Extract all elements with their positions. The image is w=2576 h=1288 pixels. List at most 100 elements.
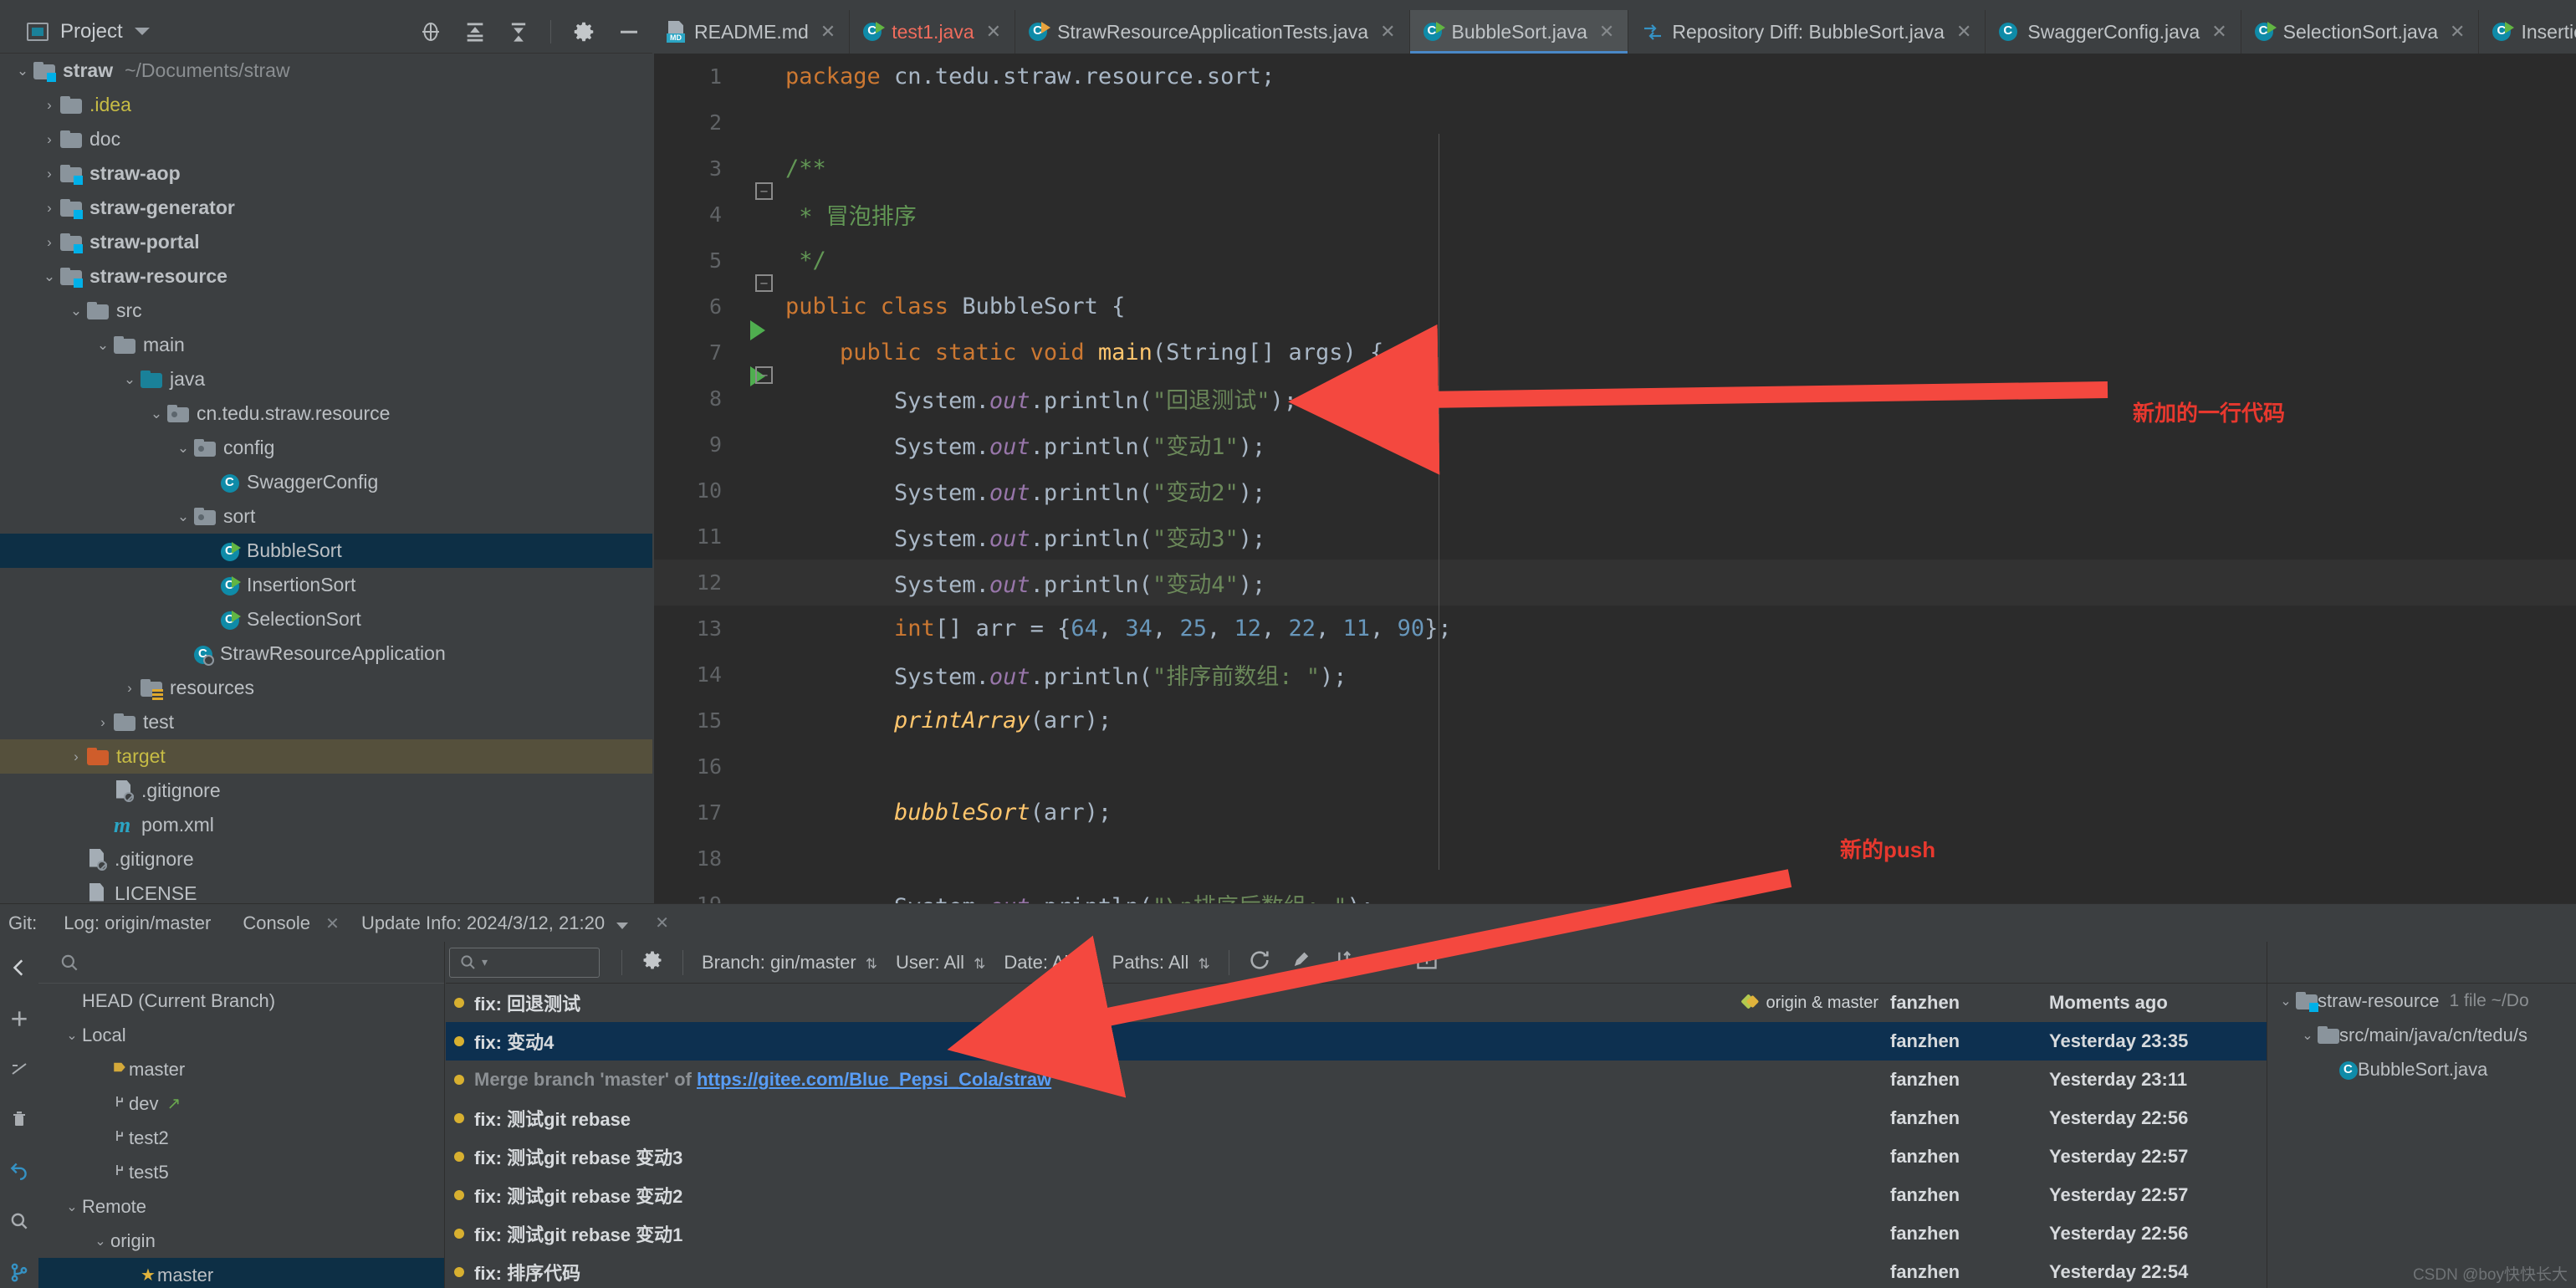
collapse-left-icon[interactable] [8, 957, 30, 983]
branch-item-test5[interactable]: test5 [38, 1155, 444, 1189]
commit-link[interactable]: https://gitee.com/Blue_Pepsi_Cola/straw [697, 1069, 1051, 1090]
chevron-down-icon[interactable]: ⌄ [90, 1233, 110, 1250]
editor-tab-selectionsort-java[interactable]: SelectionSort.java ✕ [2241, 10, 2480, 54]
git-branch-pane[interactable]: HEAD (Current Branch) ⌄ Local master dev ↗ tes… [38, 942, 445, 1288]
editor-tab-repository-diff-bubblesort-java[interactable]: Repository Diff: BubbleSort.java ✕ [1628, 10, 1986, 54]
filter-date[interactable]: Date: All ⇅ [1004, 952, 1093, 974]
close-icon[interactable]: ✕ [2211, 21, 2226, 43]
filter-branch[interactable]: Branch: gin/master ⇅ [702, 952, 877, 974]
changed-file-list[interactable]: ⌄ straw-resource 1 file ~/Do ⌄ src/main/java… [2267, 984, 2576, 1086]
tree-item--gitignore[interactable]: .gitignore [0, 842, 652, 877]
tree-item-target[interactable]: › target [0, 739, 652, 774]
chevron-down-icon[interactable]: ⌄ [119, 371, 141, 388]
code-line-19[interactable]: 19 System.out.println("\n排序后数组: "); [654, 882, 2576, 903]
code-line-18[interactable]: 18 [654, 836, 2576, 882]
editor-tab-insertio[interactable]: Insertio [2479, 10, 2576, 54]
diff-icon[interactable] [9, 1059, 29, 1083]
tree-item-cn-tedu-straw-resource[interactable]: ⌄ cn.tedu.straw.resource [0, 396, 652, 431]
chevron-down-icon[interactable]: ⌄ [12, 63, 33, 79]
fold-toggle-icon[interactable]: − [755, 365, 773, 384]
commit-row[interactable]: Merge branch 'master' of https://gitee.c… [446, 1061, 2267, 1099]
close-icon[interactable]: ✕ [1380, 21, 1395, 43]
filter-paths[interactable]: Paths: All ⇅ [1112, 952, 1210, 974]
code-line-9[interactable]: 9 System.out.println("变动1"); [654, 422, 2576, 468]
commit-row[interactable]: fix: 测试git rebase 变动3 fanzhen Yesterday 22… [446, 1137, 2267, 1176]
branch-item-master[interactable]: master [38, 1052, 444, 1086]
code-line-3[interactable]: 3 −/** [654, 146, 2576, 200]
tree-item-straw[interactable]: ⌄ straw ~/Documents/straw [0, 54, 652, 88]
close-icon[interactable]: ✕ [1599, 21, 1614, 43]
tree-item-config[interactable]: ⌄ config [0, 431, 652, 465]
close-update-info-icon[interactable]: ✕ [655, 912, 669, 933]
chevron-right-icon[interactable]: › [92, 714, 114, 731]
expand-all-icon[interactable] [463, 20, 487, 43]
tree-item-test[interactable]: › test [0, 705, 652, 739]
fold-toggle-icon[interactable]: − [755, 181, 773, 200]
editor-tab-readme-md[interactable]: MD README.md ✕ [652, 10, 851, 54]
code-line-11[interactable]: 11 System.out.println("变动3"); [654, 514, 2576, 560]
collapse-all-icon[interactable] [507, 20, 530, 43]
chevron-down-icon[interactable]: ⌄ [65, 303, 87, 319]
tree-item-bubblesort[interactable]: BubbleSort [0, 534, 652, 568]
git-settings-gear-icon[interactable] [641, 948, 664, 977]
tree-item-main[interactable]: ⌄ main [0, 328, 652, 362]
tree-item-pom-xml[interactable]: m pom.xml [0, 808, 652, 842]
tree-item-insertionsort[interactable]: InsertionSort [0, 568, 652, 602]
chevron-down-icon[interactable]: ⌄ [172, 509, 194, 525]
chevron-down-icon[interactable]: ⌄ [2276, 993, 2296, 1009]
close-icon[interactable]: ✕ [820, 21, 836, 43]
chevron-right-icon[interactable]: › [65, 749, 87, 765]
code-line-10[interactable]: 10 System.out.println("变动2"); [654, 468, 2576, 514]
code-editor[interactable]: 1 package cn.tedu.straw.resource.sort; 2 3 −… [654, 54, 2576, 903]
tree-item-straw-resource[interactable]: ⌄ straw-resource [0, 259, 652, 294]
changed-file-row[interactable]: ⌄ straw-resource 1 file ~/Do [2267, 984, 2576, 1018]
chevron-down-icon[interactable] [134, 28, 150, 35]
commit-row[interactable]: fix: 测试git rebase 变动1 fanzhen Yesterday 22… [446, 1214, 2267, 1253]
branch-item-head-current-branch-[interactable]: HEAD (Current Branch) [38, 984, 444, 1018]
tree-item--gitignore[interactable]: .gitignore [0, 774, 652, 808]
settings-gear-icon[interactable] [571, 19, 596, 44]
tree-item-selectionsort[interactable]: SelectionSort [0, 602, 652, 636]
add-tab-icon[interactable] [1415, 948, 1439, 977]
code-line-16[interactable]: 16 [654, 744, 2576, 790]
branch-item-origin[interactable]: ⌄ origin [38, 1224, 444, 1258]
tree-item-src[interactable]: ⌄ src [0, 294, 652, 328]
commit-row[interactable]: fix: 排序代码 fanzhen Yesterday 22:54 [446, 1253, 2267, 1288]
commit-row[interactable]: fix: 回退测试 origin & master fanzhen Moments a… [446, 984, 2267, 1022]
chevron-right-icon[interactable]: › [38, 131, 60, 148]
tree-item-sort[interactable]: ⌄ sort [0, 499, 652, 534]
branch-item-master[interactable]: ★ master [38, 1258, 444, 1288]
highlight-icon[interactable] [1290, 948, 1313, 977]
close-icon[interactable]: ✕ [325, 915, 340, 933]
code-line-1[interactable]: 1 package cn.tedu.straw.resource.sort; [654, 54, 2576, 100]
close-icon[interactable]: ✕ [1956, 21, 1971, 43]
tree-item-swaggerconfig[interactable]: SwaggerConfig [0, 465, 652, 499]
code-line-13[interactable]: 13 int[] arr = {64, 34, 25, 12, 22, 11, … [654, 606, 2576, 652]
git-commit-list-pane[interactable]: ▾ Branch: gin/master ⇅ User: All ⇅ Date: [446, 942, 2267, 1288]
chevron-down-icon[interactable]: ⌄ [62, 1199, 82, 1215]
chevron-down-icon[interactable]: ⌄ [92, 337, 114, 354]
changed-files-pane[interactable]: ⌄ straw-resource 1 file ~/Do ⌄ src/main/java… [2267, 942, 2576, 1288]
tree-item--idea[interactable]: › .idea [0, 88, 652, 122]
tree-item-straw-generator[interactable]: › straw-generator [0, 191, 652, 225]
chevron-right-icon[interactable]: › [38, 97, 60, 114]
close-icon[interactable]: ✕ [2450, 21, 2465, 43]
commit-search-input[interactable]: ▾ [449, 947, 600, 978]
sort-icon[interactable] [1331, 948, 1355, 977]
tree-item-license[interactable]: LICENSE [0, 877, 652, 903]
chevron-right-icon[interactable]: › [38, 200, 60, 217]
code-line-7[interactable]: 7 − public static void main(String[] args… [654, 330, 2576, 386]
code-line-4[interactable]: 4 * 冒泡排序 [654, 192, 2576, 238]
tree-item-java[interactable]: ⌄ java [0, 362, 652, 396]
fold-toggle-icon[interactable]: − [755, 273, 773, 292]
filter-user[interactable]: User: All ⇅ [896, 952, 985, 974]
editor-tab-strawresourceapplicationtests-java[interactable]: StrawResourceApplicationTests.java ✕ [1015, 10, 1410, 54]
commit-row[interactable]: fix: 测试git rebase fanzhen Yesterday 22:56 [446, 1099, 2267, 1137]
code-line-5[interactable]: 5 − */ [654, 238, 2576, 292]
changed-file-row[interactable]: BubbleSort.java [2267, 1052, 2576, 1086]
delete-icon[interactable] [9, 1108, 29, 1134]
editor-tab-swaggerconfig-java[interactable]: SwaggerConfig.java ✕ [1986, 10, 2241, 54]
branch-list[interactable]: HEAD (Current Branch) ⌄ Local master dev ↗ tes… [38, 984, 444, 1288]
branch-icon[interactable] [8, 1261, 30, 1287]
code-line-15[interactable]: 15 printArray(arr); [654, 698, 2576, 744]
